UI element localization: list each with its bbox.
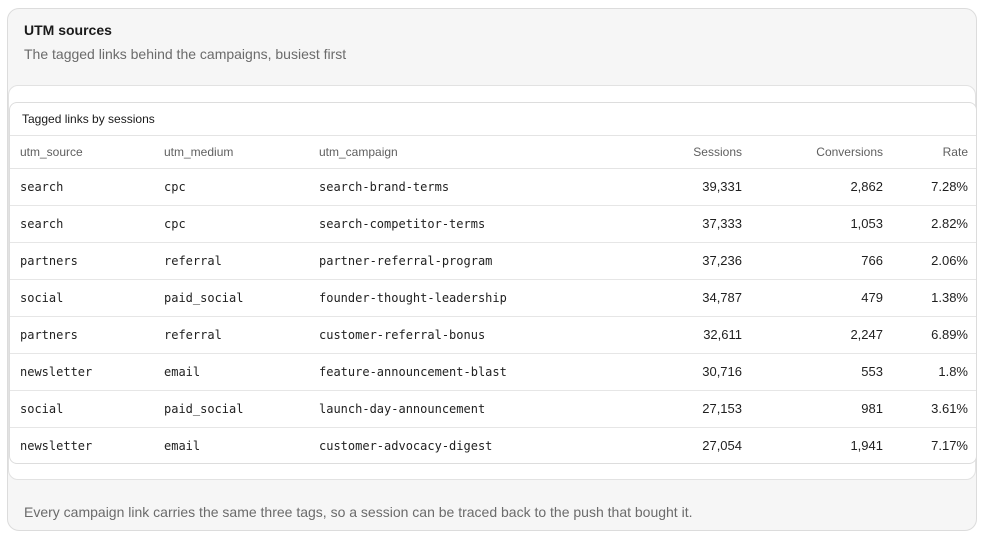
cell-utm-medium: email [154,353,309,391]
cell-sessions: 27,054 [702,438,742,454]
table-row: social paid_social founder-thought-leade… [10,279,976,317]
cell-rate: 7.17% [931,438,968,454]
cell-conversions: 479 [752,279,893,317]
table-row: partners referral customer-referral-bonu… [10,316,976,354]
utm-sources-card: UTM sources The tagged links behind the … [7,8,977,531]
cell-conversions: 1,941 [850,438,883,454]
cell-utm-source: social [10,390,154,428]
cell-utm-source: partners [10,242,154,280]
cell-conversions: 2,862 [752,168,893,206]
cell-utm-source: newsletter [10,353,154,391]
cell-sessions: 34,787 [549,279,752,317]
cell-utm-source: search [10,168,154,206]
cell-conversions: 981 [752,390,893,428]
column-header-sessions[interactable]: Sessions [549,136,752,169]
cell-rate: 6.89% [893,316,976,354]
cell-utm-medium: paid_social [154,279,309,317]
column-header-rate[interactable]: Rate [893,136,976,169]
cell-conversions: 766 [752,242,893,280]
column-header-utm-source[interactable]: utm_source [10,136,154,169]
card-footnote: Every campaign link carries the same thr… [24,504,693,520]
cell-conversions: 1,053 [752,205,893,243]
column-header-utm-campaign[interactable]: utm_campaign [309,136,549,169]
cell-rate: 3.61% [893,390,976,428]
cell-utm-source: newsletter [20,438,93,453]
column-header-conversions[interactable]: Conversions [752,136,893,169]
cell-utm-campaign: customer-referral-bonus [309,316,549,354]
cell-conversions: 553 [752,353,893,391]
card-subtitle: The tagged links behind the campaigns, b… [24,46,347,62]
table-row: search cpc search-competitor-terms 37,33… [10,205,976,243]
card-title: UTM sources [24,22,112,38]
cell-sessions: 37,333 [549,205,752,243]
cell-utm-medium: referral [154,242,309,280]
tagged-links-table-panel: Tagged links by sessions utm_source utm_… [9,102,976,464]
tagged-links-table: utm_source utm_medium utm_campaign Sessi… [10,136,976,463]
cell-utm-medium: cpc [154,205,309,243]
cell-utm-medium: cpc [154,168,309,206]
cell-rate: 7.28% [893,168,976,206]
cell-sessions: 30,716 [549,353,752,391]
cell-sessions: 32,611 [549,316,752,354]
cell-sessions: 27,153 [549,390,752,428]
cell-utm-campaign: search-competitor-terms [309,205,549,243]
cell-utm-campaign: founder-thought-leadership [309,279,549,317]
column-header-utm-medium[interactable]: utm_medium [154,136,309,169]
table-row: search cpc search-brand-terms 39,331 2,8… [10,168,976,206]
cell-sessions: 37,236 [549,242,752,280]
table-row: social paid_social launch-day-announceme… [10,390,976,428]
cell-utm-campaign: launch-day-announcement [309,390,549,428]
table-row: partners referral partner-referral-progr… [10,242,976,280]
table-row: newsletter email customer-advocacy-diges… [10,427,976,463]
table-header-row: utm_source utm_medium utm_campaign Sessi… [10,136,976,169]
cell-utm-medium: email [164,438,201,453]
table-caption: Tagged links by sessions [10,103,976,136]
cell-rate: 1.8% [893,353,976,391]
card-header: UTM sources The tagged links behind the … [24,21,960,63]
cell-utm-campaign: search-brand-terms [309,168,549,206]
cell-utm-source: search [10,205,154,243]
cell-rate: 2.82% [893,205,976,243]
cell-utm-campaign: customer-advocacy-digest [319,438,493,453]
cell-utm-medium: paid_social [154,390,309,428]
cell-utm-source: partners [10,316,154,354]
cell-rate: 2.06% [893,242,976,280]
cell-utm-campaign: partner-referral-program [309,242,549,280]
cell-utm-medium: referral [154,316,309,354]
cell-utm-campaign: feature-announcement-blast [309,353,549,391]
cell-conversions: 2,247 [752,316,893,354]
cell-sessions: 39,331 [549,168,752,206]
table-row: newsletter email feature-announcement-bl… [10,353,976,391]
cell-utm-source: social [10,279,154,317]
cell-rate: 1.38% [893,279,976,317]
table-wrapper: Tagged links by sessions utm_source utm_… [8,85,976,480]
